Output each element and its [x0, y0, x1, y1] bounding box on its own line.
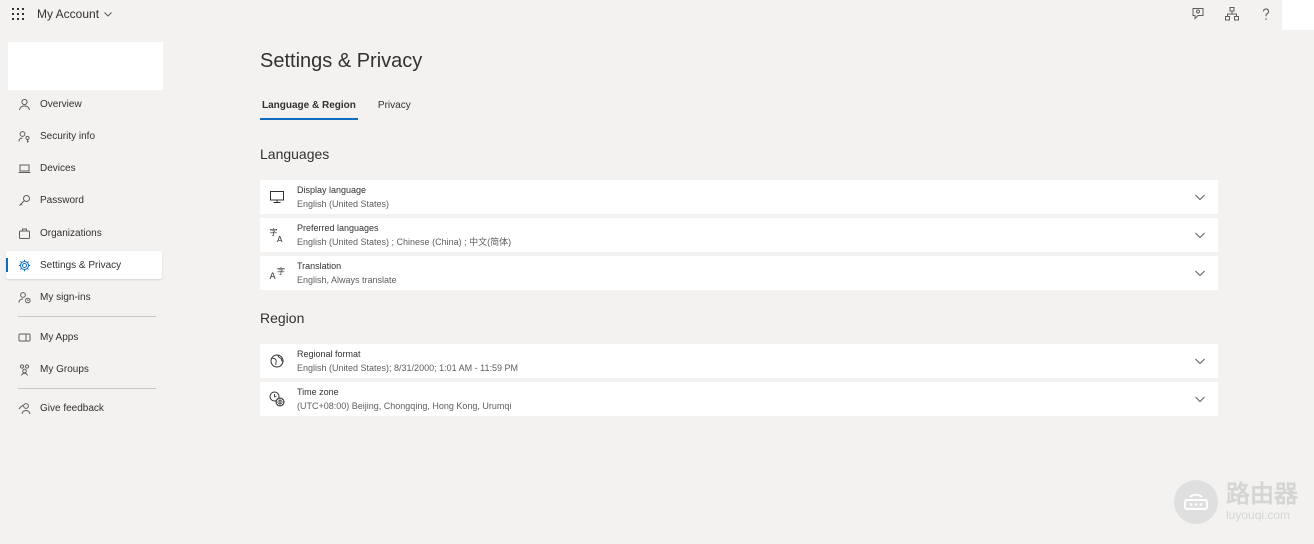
sidebar-item-organizations[interactable]: Organizations — [6, 219, 162, 247]
sidebar-item-label: Settings & Privacy — [40, 259, 122, 271]
globe-icon — [270, 354, 284, 368]
chevron-down-icon — [104, 12, 112, 17]
monitor-icon — [270, 191, 284, 203]
row-label: Display language — [297, 185, 367, 195]
sidebar-divider — [18, 316, 156, 318]
chevron-down-icon — [1195, 232, 1205, 239]
row-label: Time zone — [297, 387, 339, 397]
tab-language-region[interactable]: Language & Region — [260, 100, 358, 120]
sidebar-item-label: Devices — [40, 163, 76, 175]
row-value: English (United States) ; Chinese (China… — [297, 237, 512, 247]
time-zone-row[interactable]: Time zone (UTC+08:00) Beijing, Chongqing… — [260, 382, 1218, 416]
chevron-down-icon — [1195, 358, 1205, 365]
sidebar-item-label: Overview — [40, 98, 82, 110]
sidebar-item-my-apps[interactable]: My Apps — [6, 323, 162, 351]
display-language-row[interactable]: Display language English (United States) — [260, 180, 1218, 214]
org-chart-icon[interactable] — [1224, 6, 1240, 22]
sidebar-item-my-groups[interactable]: My Groups — [6, 355, 162, 383]
svg-text:A: A — [277, 235, 283, 243]
top-bar: My Account — [0, 0, 1314, 30]
sidebar: Overview Security info Devices Password … — [0, 30, 170, 544]
app-launcher-icon[interactable] — [11, 7, 25, 21]
app-title-menu[interactable]: My Account — [37, 7, 113, 21]
page-title: Settings & Privacy — [260, 50, 423, 72]
section-title-languages: Languages — [260, 146, 330, 162]
help-icon[interactable] — [1258, 6, 1274, 22]
sidebar-item-password[interactable]: Password — [6, 187, 162, 215]
key-icon — [19, 195, 30, 207]
tab-privacy[interactable]: Privacy — [376, 100, 413, 120]
briefcase-icon — [19, 228, 30, 239]
sidebar-item-give-feedback[interactable]: Give feedback — [6, 395, 162, 423]
row-value: (UTC+08:00) Beijing, Chongqing, Hong Kon… — [297, 401, 512, 411]
apps-icon — [18, 333, 31, 342]
sidebar-item-label: Give feedback — [40, 403, 104, 415]
row-label: Translation — [297, 261, 342, 271]
watermark: 路由器 luyouqi.com — [1174, 480, 1298, 524]
sidebar-item-label: My Groups — [40, 363, 89, 375]
section-title-region: Region — [260, 310, 305, 326]
row-value: English, Always translate — [297, 275, 397, 285]
language-icon: 字 A — [270, 227, 284, 243]
row-label: Regional format — [297, 349, 361, 359]
chevron-down-icon — [1195, 270, 1205, 277]
chevron-down-icon — [1195, 396, 1205, 403]
row-value: English (United States) — [297, 199, 390, 209]
account-avatar[interactable] — [1282, 0, 1314, 30]
laptop-icon — [18, 164, 31, 174]
regional-format-row[interactable]: Regional format English (United States);… — [260, 344, 1218, 378]
tab-bar: Language & Region Privacy — [260, 100, 413, 120]
key-person-icon — [18, 130, 30, 143]
svg-text:A: A — [270, 272, 277, 281]
groups-icon — [19, 364, 30, 376]
sidebar-item-label: My sign-ins — [40, 292, 91, 304]
feedback-icon — [18, 403, 31, 415]
sidebar-item-my-sign-ins[interactable]: My sign-ins — [6, 284, 162, 312]
sidebar-item-settings-privacy[interactable]: Settings & Privacy — [6, 251, 162, 280]
preferred-languages-row[interactable]: 字 A Preferred languages English (United … — [260, 218, 1218, 252]
feedback-person-icon[interactable] — [1190, 6, 1206, 22]
translation-row[interactable]: A 字 Translation English, Always translat… — [260, 256, 1218, 290]
sidebar-item-label: Organizations — [40, 227, 102, 239]
sidebar-item-overview[interactable]: Overview — [6, 90, 162, 118]
row-label: Preferred languages — [297, 223, 379, 233]
person-icon — [19, 98, 30, 110]
sidebar-item-label: Password — [40, 195, 84, 207]
sidebar-item-label: Security info — [40, 130, 96, 142]
profile-card — [8, 42, 163, 90]
row-value: English (United States); 8/31/2000; 1:01… — [297, 363, 518, 373]
gear-icon — [18, 259, 31, 272]
clock-globe-icon — [269, 391, 285, 407]
sidebar-item-label: My Apps — [40, 331, 79, 343]
translate-icon: A 字 — [270, 266, 286, 281]
watermark-logo-icon — [1174, 480, 1218, 524]
sidebar-divider — [18, 387, 156, 389]
watermark-cn: 路由器 — [1226, 481, 1298, 508]
sidebar-item-devices[interactable]: Devices — [6, 155, 162, 183]
person-sign-in-icon — [18, 292, 31, 304]
app-title: My Account — [37, 7, 100, 21]
svg-text:字: 字 — [277, 266, 285, 276]
chevron-down-icon — [1195, 194, 1205, 201]
sidebar-item-security-info[interactable]: Security info — [6, 122, 162, 150]
watermark-en: luyouqi.com — [1226, 508, 1291, 522]
sidebar-nav: Overview Security info Devices Password … — [6, 90, 162, 427]
